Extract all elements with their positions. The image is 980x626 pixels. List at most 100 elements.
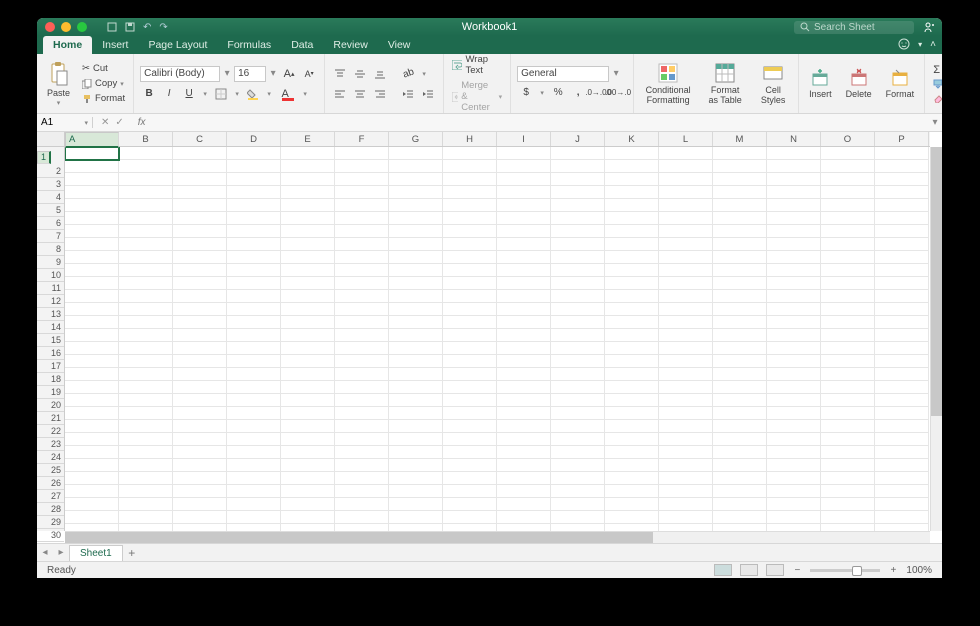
cell[interactable] [389,212,443,225]
cell[interactable] [605,381,659,394]
name-box-input[interactable] [41,117,77,128]
cell[interactable] [227,147,281,160]
cell[interactable] [713,199,767,212]
cell[interactable] [443,329,497,342]
column-header[interactable]: L [659,132,713,146]
select-all-button[interactable] [37,132,65,147]
cell[interactable] [281,147,335,160]
cell[interactable] [821,199,875,212]
row-header[interactable]: 31 [37,542,64,543]
cell[interactable] [767,316,821,329]
cell[interactable] [65,160,119,173]
row-header[interactable]: 12 [37,295,64,308]
horizontal-scroll-thumb[interactable] [65,532,653,543]
cell[interactable] [713,459,767,472]
tab-view[interactable]: View [378,36,421,54]
cell[interactable] [227,212,281,225]
cell[interactable] [605,186,659,199]
cell[interactable] [497,420,551,433]
cell[interactable] [497,316,551,329]
minimize-window-button[interactable] [61,22,71,32]
cell[interactable] [119,277,173,290]
cell[interactable] [443,303,497,316]
cell[interactable] [335,381,389,394]
cell[interactable] [281,420,335,433]
cell[interactable] [335,264,389,277]
qa-page-icon[interactable] [107,22,117,32]
cell[interactable] [875,290,929,303]
cells-area[interactable] [65,147,930,531]
cell[interactable] [713,433,767,446]
align-center-button[interactable] [351,85,369,103]
cell[interactable] [119,381,173,394]
align-top-button[interactable] [331,65,349,83]
cell[interactable] [659,511,713,524]
cell[interactable] [119,160,173,173]
cell[interactable] [119,173,173,186]
cell[interactable] [65,355,119,368]
cell[interactable] [821,316,875,329]
cell[interactable] [119,147,173,160]
cell[interactable] [173,303,227,316]
cell[interactable] [605,498,659,511]
row-header[interactable]: 10 [37,269,64,282]
cell[interactable] [281,355,335,368]
maximize-window-button[interactable] [77,22,87,32]
cell[interactable] [821,238,875,251]
fill-color-button[interactable] [244,85,262,103]
underline-button[interactable]: U [180,85,198,103]
cell[interactable] [173,147,227,160]
copy-button[interactable]: Copy▾ [80,77,127,90]
cell[interactable] [119,329,173,342]
clear-button[interactable]: Clear▾ [931,92,942,105]
cell[interactable] [605,511,659,524]
cell[interactable] [875,173,929,186]
cell[interactable] [821,498,875,511]
cell[interactable] [551,290,605,303]
cell[interactable] [173,199,227,212]
cell[interactable] [281,446,335,459]
cell[interactable] [173,173,227,186]
cell[interactable] [335,225,389,238]
cell[interactable] [65,147,119,160]
row-header[interactable]: 11 [37,282,64,295]
cell[interactable] [281,186,335,199]
cell[interactable] [335,511,389,524]
cell[interactable] [173,212,227,225]
row-header[interactable]: 2 [37,165,64,178]
cell[interactable] [821,485,875,498]
cell[interactable] [443,368,497,381]
cell[interactable] [875,381,929,394]
cell[interactable] [389,472,443,485]
cell[interactable] [443,498,497,511]
cell[interactable] [389,277,443,290]
cell[interactable] [173,446,227,459]
tab-insert[interactable]: Insert [92,36,138,54]
cell[interactable] [551,225,605,238]
cell[interactable] [821,160,875,173]
cell[interactable] [65,290,119,303]
cell[interactable] [65,485,119,498]
cell[interactable] [281,199,335,212]
cell[interactable] [281,316,335,329]
cell[interactable] [713,160,767,173]
cell[interactable] [227,355,281,368]
chevron-down-icon[interactable]: ▾ [264,90,274,98]
cell[interactable] [875,355,929,368]
chevron-down-icon[interactable]: ▾ [611,68,621,79]
cell[interactable] [821,433,875,446]
cell[interactable] [335,407,389,420]
cell[interactable] [767,160,821,173]
align-left-button[interactable] [331,85,349,103]
cell[interactable] [497,394,551,407]
cell[interactable] [821,173,875,186]
cell[interactable] [173,368,227,381]
cell[interactable] [875,433,929,446]
cell[interactable] [551,459,605,472]
cell[interactable] [875,420,929,433]
cell[interactable] [713,277,767,290]
cell[interactable] [875,303,929,316]
cell[interactable] [227,290,281,303]
cell[interactable] [443,342,497,355]
cell[interactable] [497,342,551,355]
